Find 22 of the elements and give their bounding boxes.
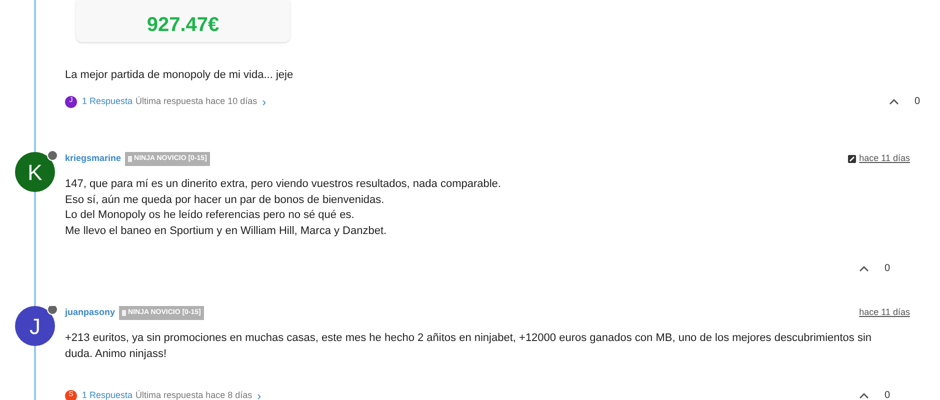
comment-text: La mejor partida de monopoly de mi vida... jeje	[65, 68, 294, 83]
comment-text: 147, que para mí es un dinerito extra, pero viendo vuestros resultados, nada comparable.	[65, 177, 502, 192]
upvote-button[interactable]	[858, 390, 870, 400]
comment-text: Me llevo el baneo en Sportium y en William Hill, Marca y Danzbet.	[65, 224, 388, 239]
username-link[interactable]: kriegsmarine	[65, 152, 122, 166]
comment-text: Eso sí, aún me queda por hacer un par de bonos de bienvenidas.	[65, 192, 386, 208]
username-link[interactable]: juanpasony	[65, 306, 116, 320]
replies-link[interactable]: 1 Respuesta Última respuesta hace 10 días ›	[82, 94, 266, 108]
vote-count: 0	[884, 389, 890, 400]
comment-text: Lo del Monopoly os he leído referencias pero no sé qué es.	[65, 208, 356, 224]
amount-text: 927.47€	[146, 13, 220, 38]
replies-link[interactable]: 1 Respuesta Última respuesta hace 8 días ›	[82, 388, 262, 400]
upvote-button[interactable]	[858, 264, 870, 274]
vote-count: 0	[914, 95, 920, 109]
timestamp-link[interactable]: hace 11 días	[859, 152, 910, 166]
user-avatar: J	[15, 306, 55, 346]
comment-text: +213 euritos, ya sin promociones en muchas casas, este mes he hecho 2 añitos en ninjabet, +12000 euros ganados con MB, uno de los mejores descubrimientos sin duda. Animo ninjass!	[65, 331, 873, 362]
user-avatar: K	[15, 152, 55, 192]
upvote-button[interactable]	[888, 96, 900, 106]
edit-icon	[848, 155, 856, 163]
timestamp-link[interactable]: hace 11 días	[859, 306, 910, 320]
vote-count: 0	[884, 262, 890, 276]
